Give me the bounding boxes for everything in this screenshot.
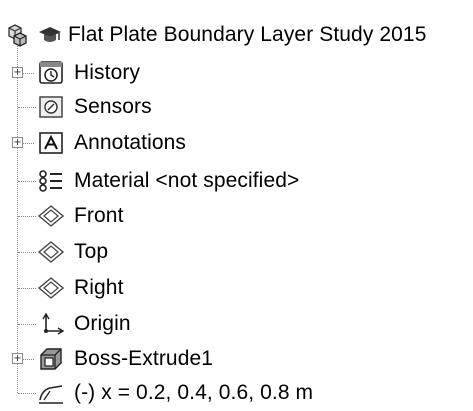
tree-connector <box>18 216 36 217</box>
tree-item-label: Right <box>74 276 124 299</box>
extrude-icon <box>36 346 66 372</box>
tree-connector <box>18 324 36 325</box>
expand-toggle-annotations[interactable]: + <box>12 137 23 148</box>
expand-toggle-boss-extrude[interactable]: + <box>12 353 23 364</box>
expand-toggle-history[interactable]: + <box>12 67 23 78</box>
sketch-icon <box>36 380 66 406</box>
tree-item-boss-extrude[interactable]: Boss-Extrude1 <box>36 342 213 376</box>
tree-connector <box>18 393 36 394</box>
material-icon <box>36 168 66 194</box>
tree-item-label: (-) x = 0.2, 0.4, 0.6, 0.8 m <box>74 381 314 404</box>
tree-item-annotations[interactable]: Annotations <box>36 126 186 160</box>
tree-root-label: Flat Plate Boundary Layer Study 2015 <box>68 23 427 46</box>
tree-item-label: Material <not specified> <box>74 169 300 192</box>
tree-connector <box>18 252 36 253</box>
tree-connector <box>18 107 36 108</box>
tree-item-right-plane[interactable]: Right <box>36 271 124 305</box>
graduation-cap-icon <box>38 24 62 46</box>
tree-item-front-plane[interactable]: Front <box>36 199 124 233</box>
tree-item-label: Sensors <box>74 95 152 118</box>
origin-icon <box>36 311 66 337</box>
tree-item-label: Origin <box>74 312 131 335</box>
history-icon <box>36 60 66 86</box>
tree-item-label: History <box>74 61 141 84</box>
plane-icon <box>36 239 66 265</box>
tree-item-label: Annotations <box>74 131 187 154</box>
tree-root[interactable]: Flat Plate Boundary Layer Study 2015 <box>6 18 427 52</box>
plane-icon <box>36 203 66 229</box>
tree-item-label: Top <box>74 240 109 263</box>
tree-item-sketch[interactable]: (-) x = 0.2, 0.4, 0.6, 0.8 m <box>36 376 313 410</box>
feature-tree: Flat Plate Boundary Layer Study 2015 + H… <box>0 0 473 409</box>
tree-connector <box>18 181 36 182</box>
plane-icon <box>36 275 66 301</box>
tree-item-top-plane[interactable]: Top <box>36 235 108 269</box>
tree-item-sensors[interactable]: Sensors <box>36 90 152 124</box>
tree-connector <box>18 288 36 289</box>
tree-item-material[interactable]: Material <not specified> <box>36 164 299 198</box>
tree-item-label: Boss-Extrude1 <box>74 347 214 370</box>
annotations-icon <box>36 130 66 156</box>
tree-item-origin[interactable]: Origin <box>36 307 131 341</box>
sensors-icon <box>36 94 66 120</box>
tree-item-label: Front <box>74 204 124 227</box>
tree-item-history[interactable]: History <box>36 56 140 90</box>
part-icon <box>6 22 34 48</box>
